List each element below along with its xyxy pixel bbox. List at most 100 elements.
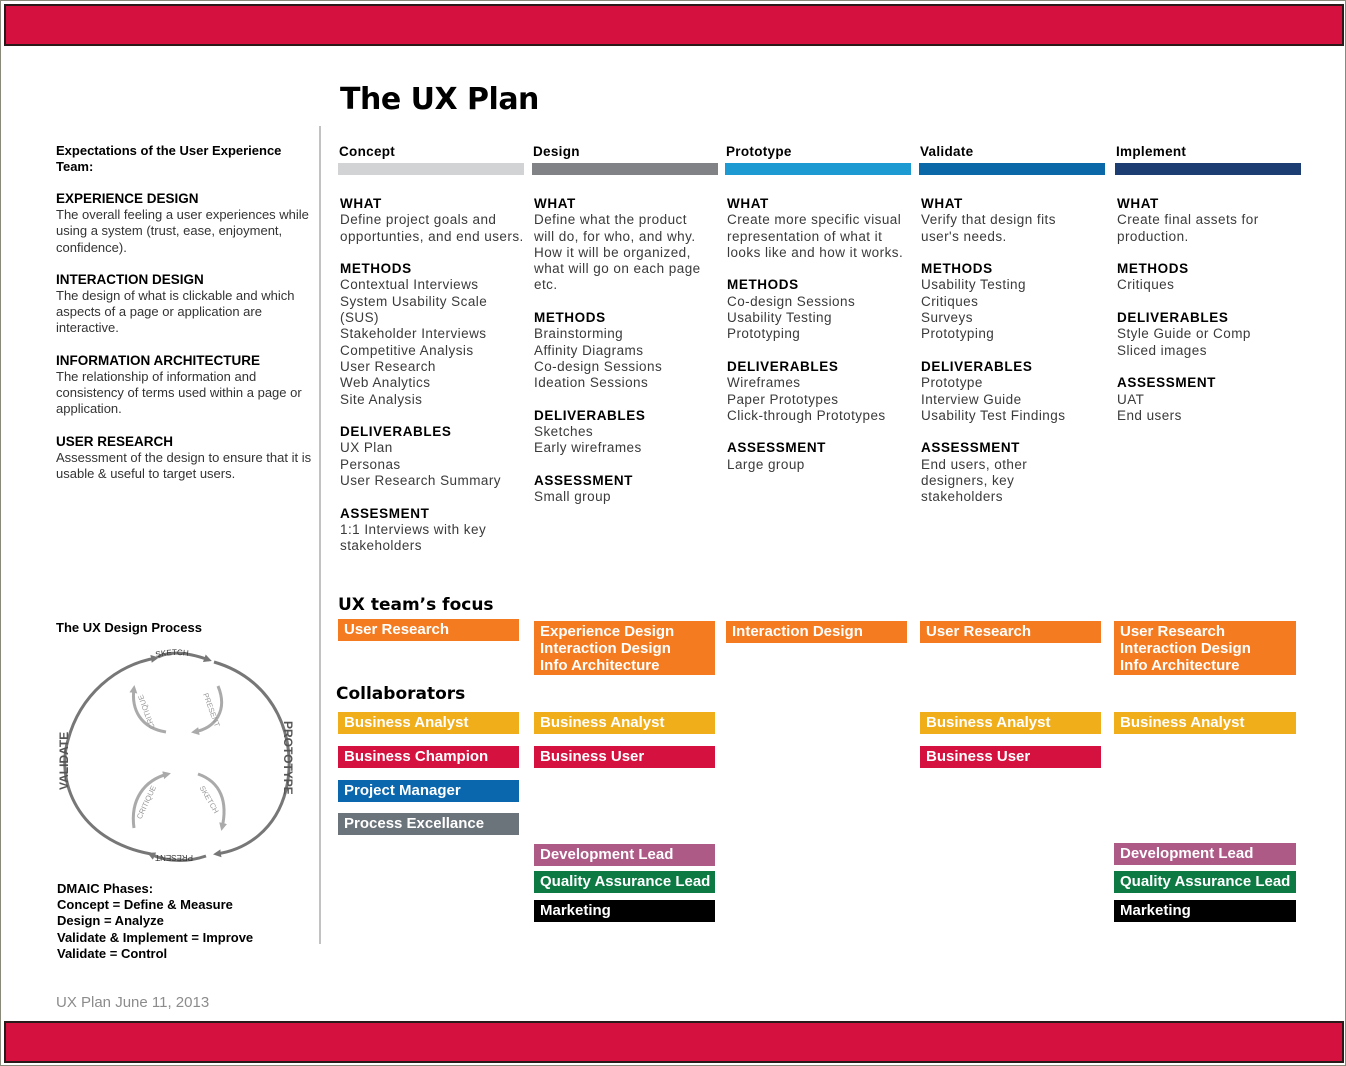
definition-heading: INTERACTION DESIGN	[56, 271, 204, 287]
collaborator-implement-development-lead: Development Lead	[1114, 843, 1296, 865]
section-item: User Research Summary	[340, 473, 501, 489]
section-item: user's needs.	[921, 228, 1007, 244]
collaborator-concept-process-excellance: Process Excellance	[338, 813, 519, 835]
section-item: End users	[1117, 407, 1182, 423]
section-item: Ideation Sessions	[534, 375, 649, 391]
label-present-bottom: PRESENT	[155, 853, 193, 862]
section-heading: WHAT	[1117, 196, 1159, 211]
section-heading: METHODS	[534, 310, 606, 326]
phase-sections: WHAT Define project goals and opportunties…	[338, 196, 524, 555]
phase-sections: WHAT Create more specific visual represent…	[725, 196, 911, 473]
collaborator-design-marketing: Marketing	[534, 900, 715, 922]
phase-name: Concept	[339, 144, 396, 159]
tag-label: Development Lead	[1120, 845, 1254, 862]
section-item: Early wireframes	[534, 440, 642, 456]
section-item: Critiques	[1117, 277, 1175, 293]
section-item: System Usability Scale	[340, 293, 488, 309]
focus-tag-design: Experience Design Interaction Design Info …	[534, 621, 715, 675]
tag-label: Project Manager	[344, 782, 461, 799]
focus-heading: UX team’s focus	[338, 595, 494, 615]
section-item: Sketches	[534, 424, 594, 440]
section-what: WHAT Create final assets for production.	[1117, 196, 1301, 245]
definition-information-architecture: INFORMATION ARCHITECTURE The relationshi…	[56, 353, 312, 418]
section-heading: ASSESSMENT	[534, 473, 634, 489]
collaborator-validate-business-user: Business User	[920, 746, 1101, 768]
tag-label: Interaction Design	[540, 640, 671, 657]
section-heading: ASSESMENT	[340, 505, 430, 521]
section-item: Affinity Diagrams	[534, 342, 644, 358]
ux-design-process-diagram: SKETCH PRESENT VALIDATE PROTOTYPE CRITIQ…	[57, 648, 295, 862]
section-assesment: ASSESMENT 1:1 Interviews with key stakehol…	[340, 506, 524, 555]
section-item: Surveys	[921, 310, 973, 326]
section-heading: METHODS	[727, 277, 799, 293]
phase-sections: WHAT Define what the product will do, for …	[532, 196, 718, 506]
tag-label: User Research	[1120, 623, 1226, 640]
section-methods: METHODS Usability Testing Critiques Surveys…	[921, 261, 1105, 342]
dmaic-line: Validate & Implement = Improve	[57, 929, 254, 945]
collaborator-validate-business-analyst: Business Analyst	[920, 712, 1101, 734]
section-item: stakeholders	[921, 489, 1003, 505]
page-title: The UX Plan	[340, 82, 539, 117]
section-item: UX Plan	[340, 440, 393, 456]
tag-label: Development Lead	[540, 846, 674, 863]
footer-note: UX Plan June 11, 2013	[56, 994, 210, 1011]
section-item: Sliced images	[1117, 342, 1207, 358]
section-heading: WHAT	[534, 196, 576, 211]
section-item: Define project goals and	[340, 212, 497, 228]
collaborator-design-business-analyst: Business Analyst	[534, 712, 715, 734]
section-item: opportunties, and end users.	[340, 228, 524, 244]
section-item: etc.	[534, 277, 558, 293]
section-item: Competitive Analysis	[340, 342, 474, 358]
section-item: Critiques	[921, 293, 979, 309]
dmaic-line: Concept = Define & Measure	[57, 897, 233, 913]
definition-text: The overall feeling a user experiences w…	[56, 207, 309, 255]
section-item: Usability Testing	[727, 310, 832, 326]
section-heading: DELIVERABLES	[727, 358, 839, 374]
expectations-panel: Expectations of the User Experience Team…	[56, 143, 312, 482]
definition-heading: USER RESEARCH	[56, 433, 174, 449]
header-band	[4, 4, 1344, 46]
section-item: Verify that design fits	[921, 212, 1056, 228]
phase-column-implement: Implement WHAT Create final assets for prod…	[1115, 144, 1301, 440]
phase-sections: WHAT Verify that design fits user's needs.…	[919, 196, 1105, 506]
tag-label: Marketing	[1120, 902, 1191, 919]
section-item: Small group	[534, 489, 611, 505]
tag-label: User Research	[926, 623, 1032, 640]
section-heading: ASSESSMENT	[1117, 375, 1217, 391]
section-item: 1:1 Interviews with key	[340, 521, 487, 537]
section-deliverables: DELIVERABLES Prototype Interview Guide Usab…	[921, 359, 1105, 424]
section-item: Brainstorming	[534, 326, 624, 342]
section-deliverables: DELIVERABLES UX Plan Personas User Research…	[340, 424, 524, 489]
section-item: Create more specific visual	[727, 212, 902, 228]
phase-column-validate: Validate WHAT Verify that design fits user'…	[919, 144, 1105, 522]
tag-label: Interaction Design	[732, 623, 863, 640]
tag-label: Interaction Design	[1120, 640, 1251, 657]
section-item: End users, other	[921, 456, 1028, 472]
focus-tag-prototype: Interaction Design	[726, 621, 907, 643]
section-item: Usability Test Findings	[921, 407, 1066, 423]
section-heading: ASSESSMENT	[921, 440, 1021, 456]
phase-color-bar	[919, 163, 1105, 175]
section-item: Web Analytics	[340, 375, 431, 391]
section-item: Site Analysis	[340, 391, 423, 407]
section-item: User Research	[340, 358, 436, 374]
phase-color-bar	[338, 163, 524, 175]
section-item: Stakeholder Interviews	[340, 326, 487, 342]
collaborator-implement-marketing: Marketing	[1114, 900, 1296, 922]
column-divider	[319, 126, 321, 944]
section-assessment: ASSESSMENT Small group	[534, 473, 718, 506]
tag-label: User Research	[344, 621, 450, 638]
phase-name: Implement	[1116, 144, 1187, 159]
definition-interaction-design: INTERACTION DESIGN The design of what is…	[56, 272, 312, 337]
phase-name: Prototype	[726, 144, 792, 159]
dmaic-title: DMAIC Phases:	[57, 881, 154, 896]
section-item: Prototyping	[727, 326, 801, 342]
dmaic-line: Validate = Control	[57, 945, 168, 961]
section-item: what will go on each page	[534, 261, 701, 277]
section-item: looks like and how it works.	[727, 244, 904, 260]
tag-label: Quality Assurance Lead	[540, 873, 711, 890]
definition-text: The design of what is clickable and whic…	[56, 287, 295, 336]
section-methods: METHODS Co-design Sessions Usability Testi…	[727, 277, 911, 342]
section-what: WHAT Verify that design fits user's needs.	[921, 196, 1105, 245]
section-heading: METHODS	[1117, 261, 1189, 277]
